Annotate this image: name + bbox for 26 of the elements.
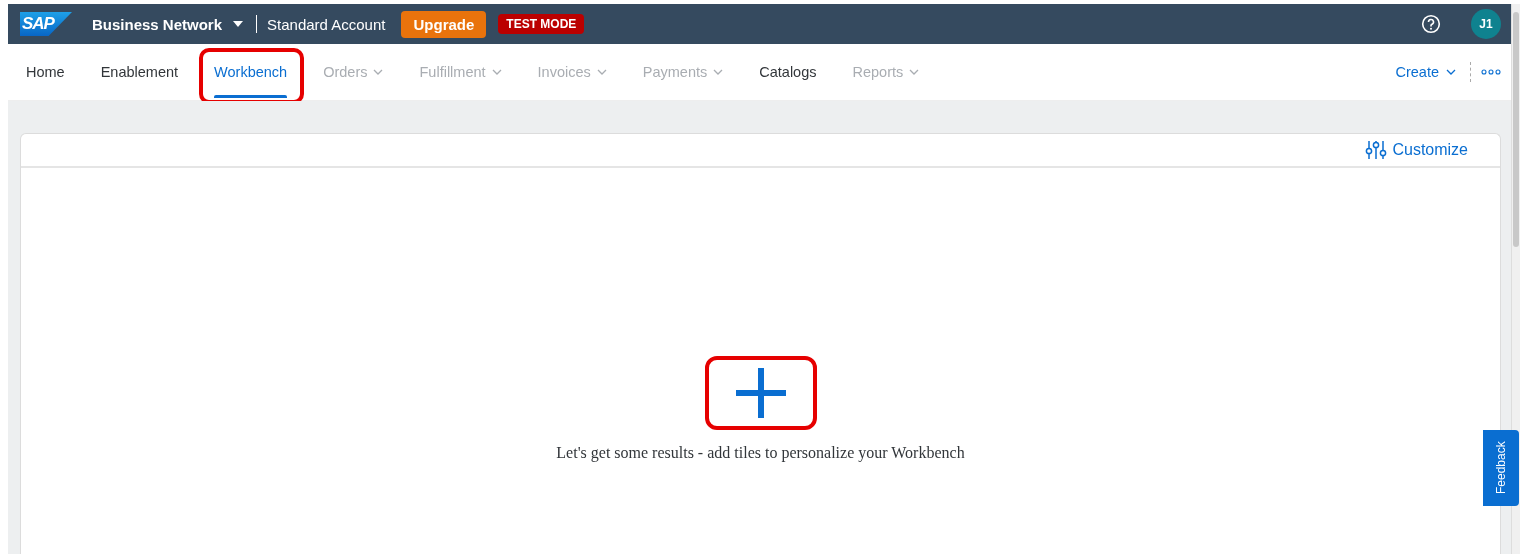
feedback-button[interactable]: Feedback: [1483, 430, 1519, 506]
more-icon[interactable]: [1481, 69, 1501, 75]
plus-icon: [733, 366, 788, 420]
sliders-icon: [1365, 140, 1388, 160]
add-tile-button[interactable]: [704, 356, 817, 430]
product-menu[interactable]: Business Network: [92, 15, 245, 33]
help-icon[interactable]: [1421, 14, 1441, 34]
nav-tab[interactable]: Catalogs: [741, 44, 835, 100]
chevron-icon: [909, 69, 920, 75]
chevron-icon: [596, 69, 607, 75]
user-avatar[interactable]: J1: [1471, 9, 1501, 39]
scrollbar-thumb[interactable]: [1513, 12, 1519, 247]
chevron-icon: [373, 69, 384, 75]
caret-icon: [232, 20, 245, 28]
upgrade-button[interactable]: Upgrade: [401, 10, 487, 38]
mode-badge: TEST MODE: [498, 14, 585, 34]
empty-message: Let's get some results - add tiles to personalize your Workbench: [556, 444, 965, 462]
customize-button[interactable]: Customize: [1365, 140, 1468, 160]
nav-tab[interactable]: Home: [26, 44, 83, 100]
logo-icon[interactable]: SAP: [20, 12, 72, 36]
chevron-icon: [491, 69, 502, 75]
account-label: Standard Account: [267, 15, 386, 33]
chevron-icon: [1446, 69, 1456, 75]
create-menu[interactable]: Create: [1395, 64, 1456, 80]
chevron-icon: [713, 69, 724, 75]
nav-tab[interactable]: Enablement: [82, 44, 197, 100]
